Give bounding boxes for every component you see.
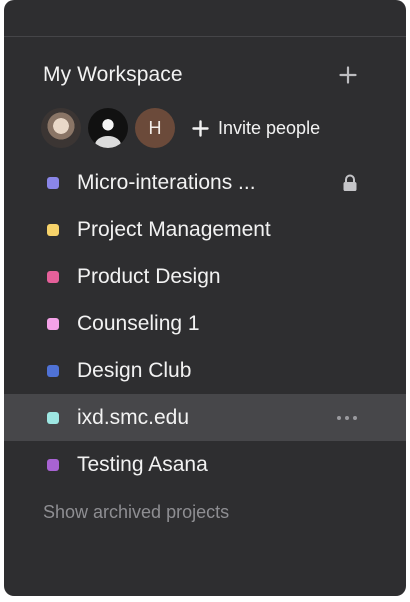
- sidebar-panel: My Workspace H Invite people Micro-inter…: [4, 0, 406, 596]
- project-name: ixd.smc.edu: [77, 405, 190, 429]
- show-archived-link[interactable]: Show archived projects: [43, 502, 229, 523]
- project-name: Micro-interations ...: [77, 170, 256, 194]
- project-item[interactable]: Micro-interations ...: [4, 159, 406, 206]
- project-name: Project Management: [77, 217, 271, 241]
- invite-people-button[interactable]: Invite people: [192, 118, 320, 139]
- avatar[interactable]: [41, 108, 81, 148]
- invite-label: Invite people: [218, 117, 321, 138]
- project-color-dot: [47, 458, 59, 471]
- project-item[interactable]: Product Design: [4, 253, 406, 300]
- project-color-dot: [47, 317, 59, 330]
- project-item[interactable]: ixd.smc.edu: [4, 394, 406, 441]
- project-item[interactable]: Design Club: [4, 347, 406, 394]
- plus-icon: [339, 66, 357, 84]
- project-name: Product Design: [77, 264, 221, 288]
- more-icon[interactable]: [336, 415, 358, 421]
- project-color-dot: [47, 270, 59, 283]
- workspace-title: My Workspace: [43, 63, 183, 86]
- project-item[interactable]: Project Management: [4, 206, 406, 253]
- avatar-initial: H: [148, 117, 162, 138]
- project-item[interactable]: Testing Asana: [4, 441, 406, 488]
- add-project-button[interactable]: [338, 65, 358, 85]
- divider: [4, 36, 406, 37]
- avatar[interactable]: H: [135, 108, 175, 148]
- avatar[interactable]: [88, 108, 128, 148]
- project-name: Counseling 1: [77, 311, 200, 335]
- project-color-dot: [47, 176, 59, 189]
- lock-icon: [342, 174, 358, 192]
- plus-icon: [192, 119, 210, 137]
- project-name: Testing Asana: [77, 452, 208, 476]
- project-color-dot: [47, 411, 59, 424]
- project-list: Micro-interations ... Project Management…: [4, 159, 406, 488]
- project-color-dot: [47, 223, 59, 236]
- workspace-header: My Workspace: [43, 61, 358, 89]
- members-row: H Invite people: [41, 107, 320, 149]
- project-item[interactable]: Counseling 1: [4, 300, 406, 347]
- project-name: Design Club: [77, 358, 192, 382]
- project-color-dot: [47, 364, 59, 377]
